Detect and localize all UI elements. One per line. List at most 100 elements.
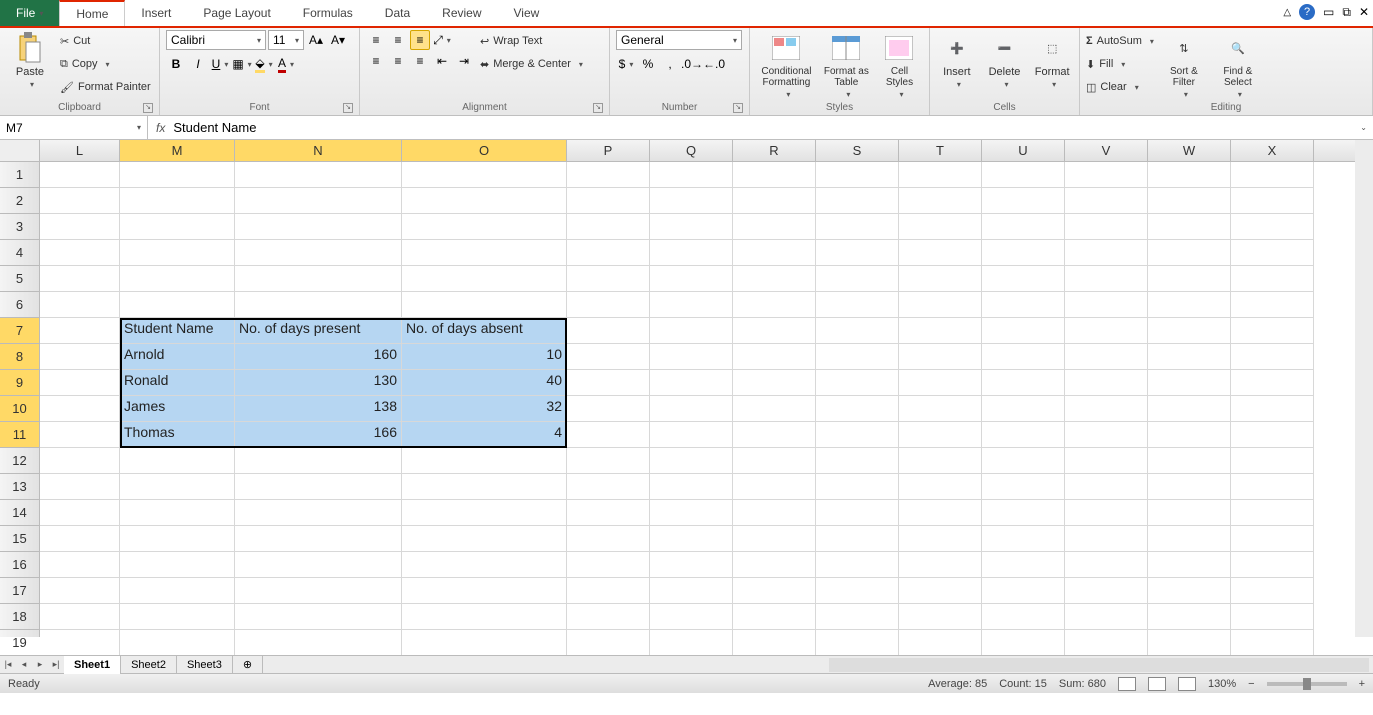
cell-L4[interactable] xyxy=(40,240,120,266)
cell-W16[interactable] xyxy=(1148,552,1231,578)
cell-S13[interactable] xyxy=(816,474,899,500)
cell-R9[interactable] xyxy=(733,370,816,396)
tab-view[interactable]: View xyxy=(498,0,556,26)
cell-S7[interactable] xyxy=(816,318,899,344)
cell-N17[interactable] xyxy=(235,578,402,604)
cell-V12[interactable] xyxy=(1065,448,1148,474)
cell-R18[interactable] xyxy=(733,604,816,630)
fill-button[interactable]: ⬇Fill▾ xyxy=(1086,53,1154,75)
cell-R15[interactable] xyxy=(733,526,816,552)
zoom-in-button[interactable]: + xyxy=(1359,678,1365,690)
cell-P18[interactable] xyxy=(567,604,650,630)
italic-button[interactable]: I xyxy=(188,54,208,74)
restore-window-icon[interactable]: ⧉ xyxy=(1342,5,1351,20)
expand-formula-bar-icon[interactable]: ⌄ xyxy=(1354,123,1373,132)
cell-T7[interactable] xyxy=(899,318,982,344)
cell-U10[interactable] xyxy=(982,396,1065,422)
cell-S11[interactable] xyxy=(816,422,899,448)
cell-L9[interactable] xyxy=(40,370,120,396)
cell-O15[interactable] xyxy=(402,526,567,552)
cell-T10[interactable] xyxy=(899,396,982,422)
cell-Q7[interactable] xyxy=(650,318,733,344)
cut-button[interactable]: ✂Cut xyxy=(60,30,151,52)
cell-M14[interactable] xyxy=(120,500,235,526)
cell-T6[interactable] xyxy=(899,292,982,318)
align-center-icon[interactable]: ≡ xyxy=(388,51,408,71)
cell-U6[interactable] xyxy=(982,292,1065,318)
cell-N12[interactable] xyxy=(235,448,402,474)
cell-M12[interactable] xyxy=(120,448,235,474)
cell-S5[interactable] xyxy=(816,266,899,292)
cell-S16[interactable] xyxy=(816,552,899,578)
cell-L1[interactable] xyxy=(40,162,120,188)
cell-R6[interactable] xyxy=(733,292,816,318)
font-color-button[interactable]: A▾ xyxy=(276,54,296,74)
column-header-L[interactable]: L xyxy=(40,140,120,161)
cell-P19[interactable] xyxy=(567,630,650,655)
cell-U2[interactable] xyxy=(982,188,1065,214)
cell-L12[interactable] xyxy=(40,448,120,474)
cell-R5[interactable] xyxy=(733,266,816,292)
delete-cells-button[interactable]: ➖Delete▾ xyxy=(984,30,1026,89)
tab-review[interactable]: Review xyxy=(426,0,497,26)
cell-T5[interactable] xyxy=(899,266,982,292)
cell-W9[interactable] xyxy=(1148,370,1231,396)
cell-O17[interactable] xyxy=(402,578,567,604)
cell-N18[interactable] xyxy=(235,604,402,630)
row-header-15[interactable]: 15 xyxy=(0,526,39,552)
row-header-16[interactable]: 16 xyxy=(0,552,39,578)
cell-O19[interactable] xyxy=(402,630,567,655)
tab-page-layout[interactable]: Page Layout xyxy=(187,0,286,26)
decrease-font-icon[interactable]: A▾ xyxy=(328,30,348,50)
cell-T4[interactable] xyxy=(899,240,982,266)
cell-X5[interactable] xyxy=(1231,266,1314,292)
cell-W13[interactable] xyxy=(1148,474,1231,500)
increase-font-icon[interactable]: A▴ xyxy=(306,30,326,50)
cell-O16[interactable] xyxy=(402,552,567,578)
wrap-text-button[interactable]: ↩Wrap Text xyxy=(480,30,583,52)
column-header-S[interactable]: S xyxy=(816,140,899,161)
cell-Q17[interactable] xyxy=(650,578,733,604)
cell-N13[interactable] xyxy=(235,474,402,500)
cell-R16[interactable] xyxy=(733,552,816,578)
cell-M10[interactable]: James xyxy=(120,396,235,422)
cell-V7[interactable] xyxy=(1065,318,1148,344)
cell-L17[interactable] xyxy=(40,578,120,604)
cell-S8[interactable] xyxy=(816,344,899,370)
cell-X19[interactable] xyxy=(1231,630,1314,655)
currency-button[interactable]: $▾ xyxy=(616,54,636,74)
cell-U5[interactable] xyxy=(982,266,1065,292)
cell-V14[interactable] xyxy=(1065,500,1148,526)
cell-S15[interactable] xyxy=(816,526,899,552)
column-header-V[interactable]: V xyxy=(1065,140,1148,161)
cell-styles-button[interactable]: Cell Styles▾ xyxy=(876,30,923,99)
cell-N15[interactable] xyxy=(235,526,402,552)
cell-N4[interactable] xyxy=(235,240,402,266)
cell-W10[interactable] xyxy=(1148,396,1231,422)
cell-U18[interactable] xyxy=(982,604,1065,630)
cell-M16[interactable] xyxy=(120,552,235,578)
column-header-N[interactable]: N xyxy=(235,140,402,161)
cell-U8[interactable] xyxy=(982,344,1065,370)
row-header-3[interactable]: 3 xyxy=(0,214,39,240)
cell-R17[interactable] xyxy=(733,578,816,604)
cell-O14[interactable] xyxy=(402,500,567,526)
cell-S19[interactable] xyxy=(816,630,899,655)
cell-Q4[interactable] xyxy=(650,240,733,266)
cell-W4[interactable] xyxy=(1148,240,1231,266)
cell-W12[interactable] xyxy=(1148,448,1231,474)
format-as-table-button[interactable]: Format as Table▾ xyxy=(823,30,870,99)
column-header-P[interactable]: P xyxy=(567,140,650,161)
cell-V17[interactable] xyxy=(1065,578,1148,604)
cell-S10[interactable] xyxy=(816,396,899,422)
close-window-icon[interactable]: ✕ xyxy=(1359,5,1369,19)
cell-L10[interactable] xyxy=(40,396,120,422)
zoom-slider[interactable] xyxy=(1267,682,1347,686)
copy-button[interactable]: ⧉Copy▾ xyxy=(60,53,151,75)
cell-L15[interactable] xyxy=(40,526,120,552)
autosum-button[interactable]: Σ AutoSum▾ xyxy=(1086,30,1154,52)
number-format-select[interactable]: General▾ xyxy=(616,30,742,50)
cell-R4[interactable] xyxy=(733,240,816,266)
cell-M6[interactable] xyxy=(120,292,235,318)
cell-W6[interactable] xyxy=(1148,292,1231,318)
